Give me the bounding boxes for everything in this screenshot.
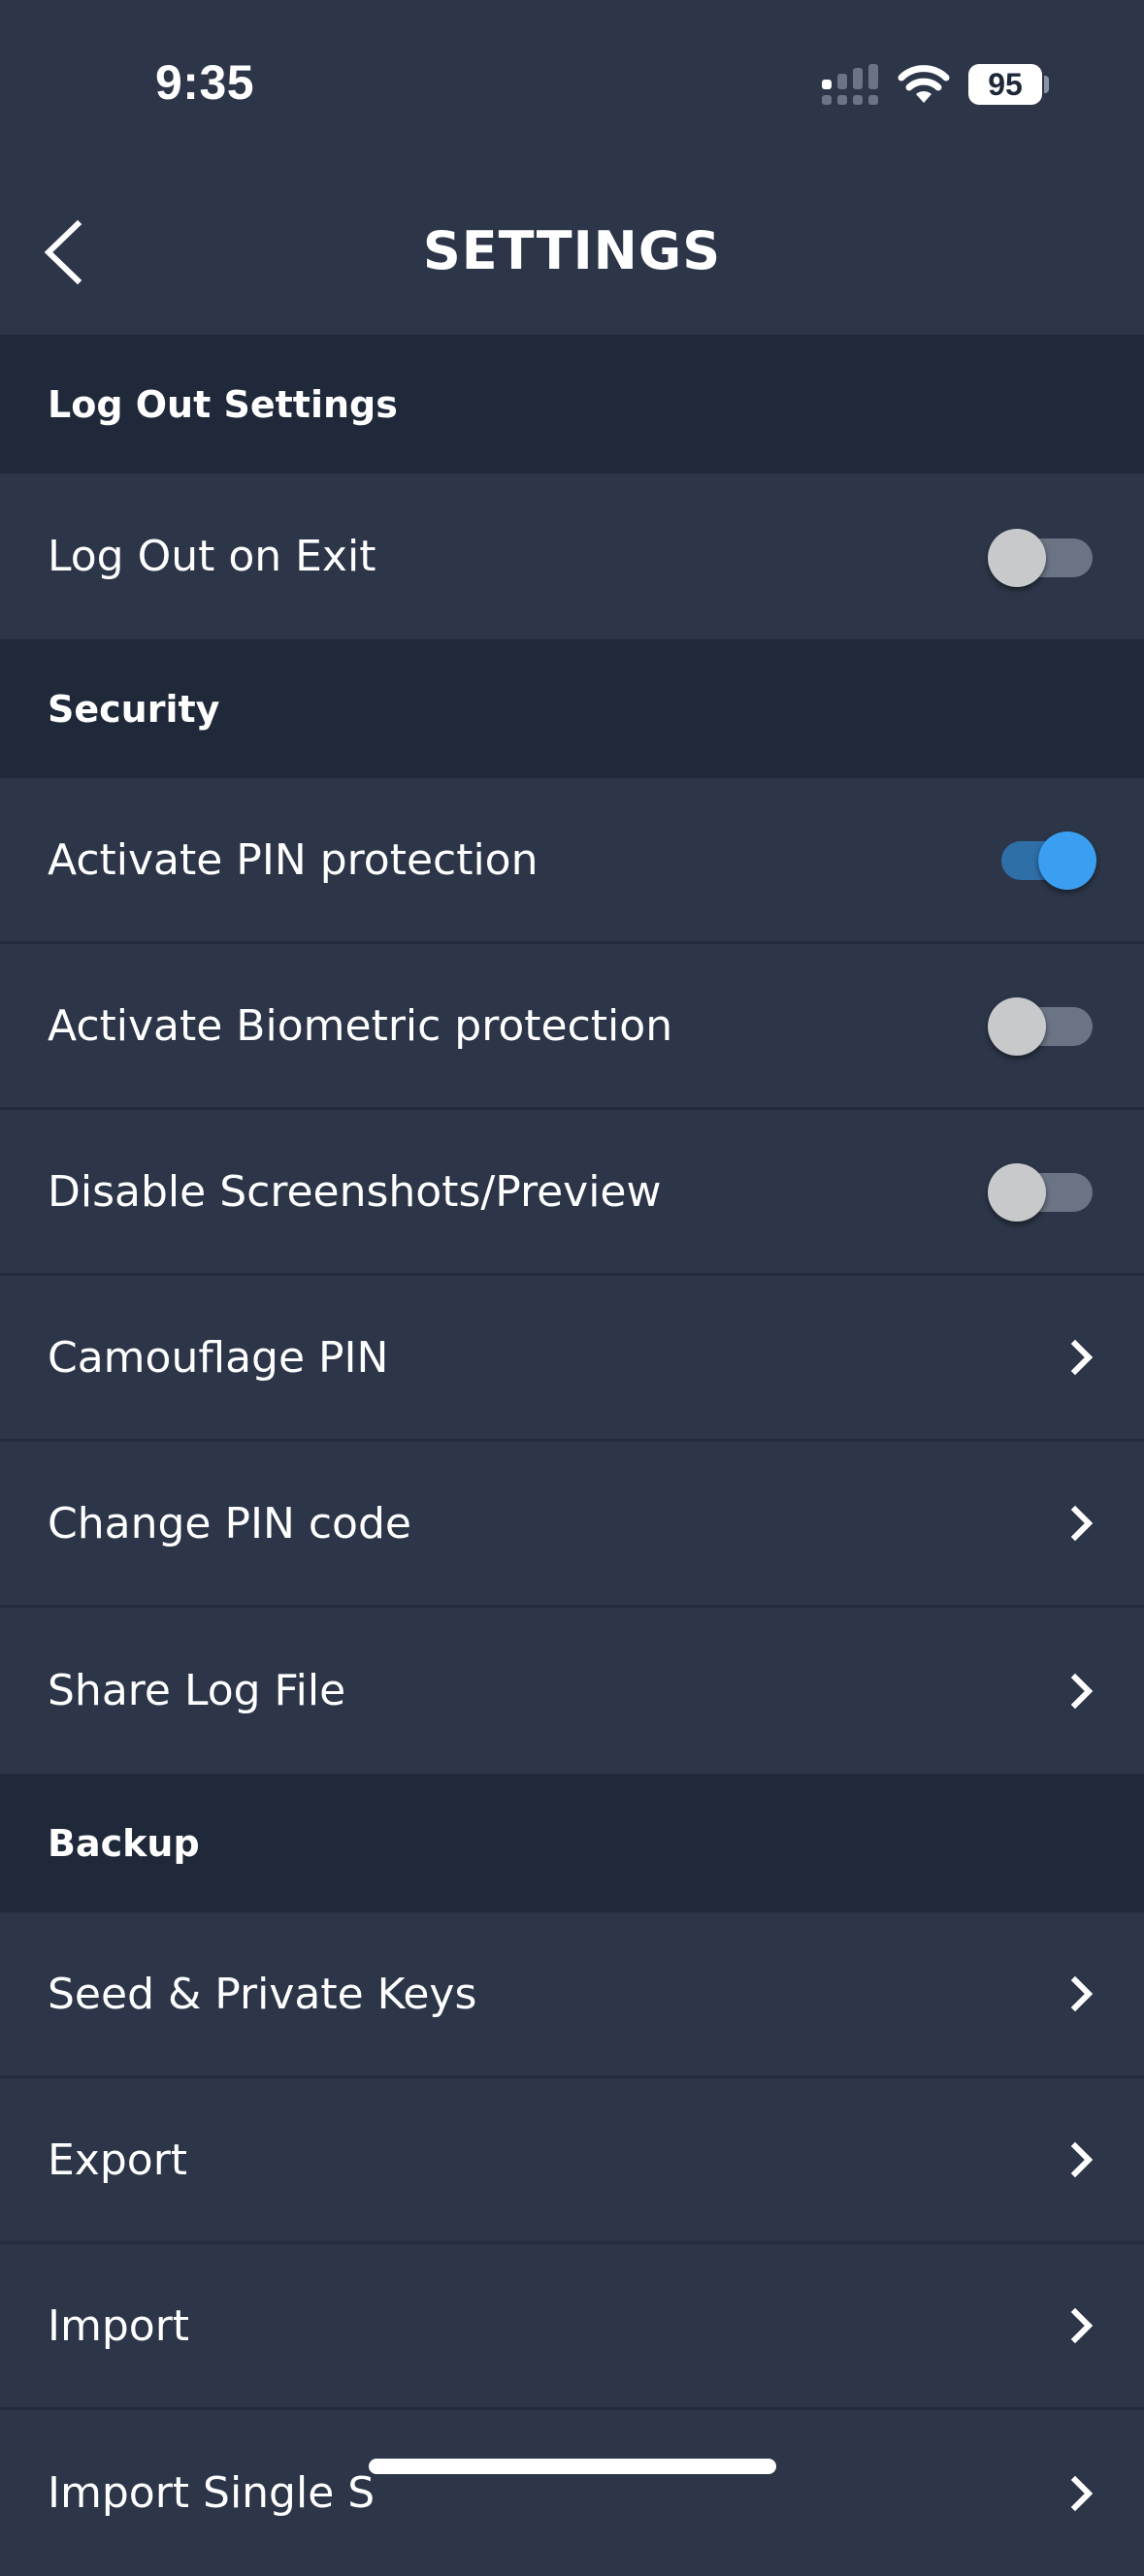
setting-share-log-file[interactable]: Share Log File bbox=[0, 1608, 1144, 1774]
setting-import[interactable]: Import bbox=[0, 2244, 1144, 2410]
setting-label: Camouflage PIN bbox=[48, 1332, 389, 1383]
battery-indicator: 95 bbox=[968, 64, 1042, 105]
status-bar: 9:35 95 bbox=[0, 0, 1144, 170]
setting-label: Seed & Private Keys bbox=[48, 1969, 477, 2019]
chevron-right-icon bbox=[1070, 1975, 1094, 2012]
section-header-security: Security bbox=[0, 639, 1144, 778]
setting-change-pin-code[interactable]: Change PIN code bbox=[0, 1442, 1144, 1608]
toggle-knob bbox=[1038, 831, 1096, 890]
pin-protection-toggle[interactable] bbox=[988, 826, 1104, 894]
setting-label: Share Log File bbox=[48, 1666, 346, 1715]
log-out-on-exit-toggle[interactable] bbox=[988, 523, 1104, 591]
setting-log-out-on-exit[interactable]: Log Out on Exit bbox=[0, 473, 1144, 639]
setting-activate-biometric-protection[interactable]: Activate Biometric protection bbox=[0, 944, 1144, 1110]
chevron-right-icon bbox=[1070, 1339, 1094, 1376]
setting-label: Export bbox=[48, 2135, 188, 2185]
chevron-right-icon bbox=[1070, 1505, 1094, 1542]
chevron-right-icon bbox=[1070, 1673, 1094, 1709]
navigation-bar: SETTINGS bbox=[0, 170, 1144, 335]
setting-label: Import Single S bbox=[48, 2468, 376, 2518]
setting-activate-pin-protection[interactable]: Activate PIN protection bbox=[0, 778, 1144, 944]
setting-seed-private-keys[interactable]: Seed & Private Keys bbox=[0, 1912, 1144, 2078]
setting-label: Activate Biometric protection bbox=[48, 1000, 673, 1051]
setting-label: Import bbox=[48, 2300, 190, 2351]
setting-import-single[interactable]: Import Single S bbox=[0, 2410, 1144, 2576]
toggle-knob bbox=[988, 1163, 1046, 1222]
page-title: SETTINGS bbox=[422, 220, 722, 281]
battery-cap bbox=[1044, 76, 1049, 93]
section-header-log-out-settings: Log Out Settings bbox=[0, 335, 1144, 473]
setting-export[interactable]: Export bbox=[0, 2078, 1144, 2244]
setting-disable-screenshots-preview[interactable]: Disable Screenshots/Preview bbox=[0, 1110, 1144, 1276]
cellular-signal-icon bbox=[822, 64, 878, 105]
setting-label: Activate PIN protection bbox=[48, 834, 539, 885]
chevron-right-icon bbox=[1070, 2307, 1094, 2344]
wifi-icon bbox=[898, 65, 950, 103]
section-header-backup: Backup bbox=[0, 1774, 1144, 1912]
setting-label: Disable Screenshots/Preview bbox=[48, 1166, 662, 1217]
disable-screenshots-toggle[interactable] bbox=[988, 1158, 1104, 1225]
status-time: 9:35 bbox=[155, 55, 255, 110]
chevron-right-icon bbox=[1070, 2141, 1094, 2178]
setting-label: Log Out on Exit bbox=[48, 532, 376, 581]
home-indicator[interactable] bbox=[369, 2459, 776, 2474]
biometric-protection-toggle[interactable] bbox=[988, 992, 1104, 1060]
setting-label: Change PIN code bbox=[48, 1498, 411, 1549]
settings-list: Log Out Settings Log Out on Exit Securit… bbox=[0, 335, 1144, 2576]
setting-camouflage-pin[interactable]: Camouflage PIN bbox=[0, 1276, 1144, 1442]
toggle-knob bbox=[988, 997, 1046, 1056]
toggle-knob bbox=[988, 528, 1046, 587]
